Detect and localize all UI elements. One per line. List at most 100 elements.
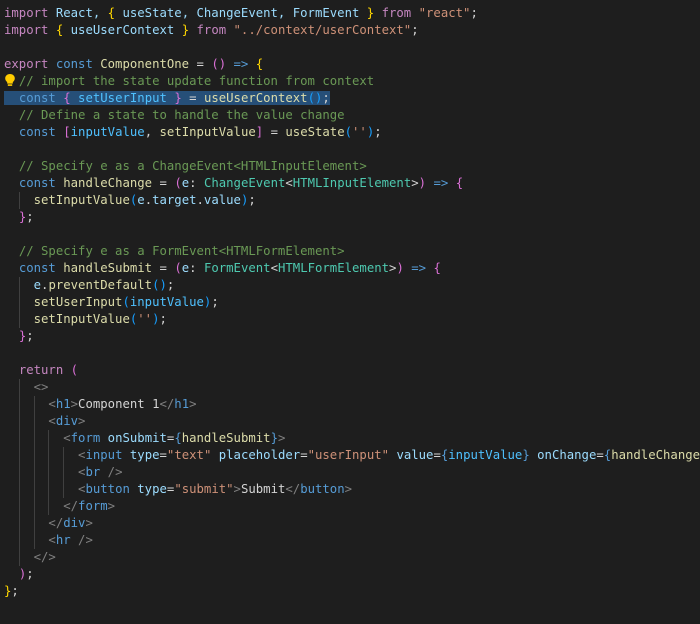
- code-token: (): [152, 278, 167, 292]
- code-token: >: [189, 397, 197, 411]
- code-token: {: [63, 91, 71, 105]
- code-token: hr: [55, 533, 71, 547]
- code-token: HTMLInputElement: [292, 176, 412, 190]
- code-line[interactable]: );: [4, 566, 700, 583]
- code-line[interactable]: <input type="text" placeholder="userInpu…: [4, 447, 700, 464]
- code-token: form: [78, 499, 108, 513]
- code-line[interactable]: const handleChange = (e: ChangeEvent<HTM…: [4, 175, 700, 192]
- code-line[interactable]: // Define a state to handle the value ch…: [4, 107, 700, 124]
- code-line[interactable]: setInputValue(e.target.value);: [4, 192, 700, 209]
- code-token: handleChange: [63, 176, 153, 190]
- code-token: onChange: [537, 448, 597, 462]
- code-line[interactable]: <button type="submit">Submit</button>: [4, 481, 700, 498]
- code-token: :: [189, 176, 204, 190]
- code-token: const: [48, 57, 101, 71]
- code-token: return: [18, 363, 64, 377]
- code-line[interactable]: <>: [4, 379, 700, 396]
- code-line[interactable]: <div>: [4, 413, 700, 430]
- code-token: (: [70, 363, 79, 377]
- code-line[interactable]: };: [4, 209, 700, 226]
- code-token: '': [352, 125, 367, 139]
- code-token: value: [203, 193, 241, 207]
- code-token: ): [418, 176, 427, 190]
- code-token: form: [70, 431, 101, 445]
- code-token: "react": [418, 6, 471, 20]
- indent-guide: [63, 464, 65, 481]
- code-token: =: [152, 176, 175, 190]
- code-token: ;: [374, 125, 382, 139]
- code-line[interactable]: </div>: [4, 515, 700, 532]
- code-line[interactable]: </>: [4, 549, 700, 566]
- code-line[interactable]: };: [4, 583, 700, 600]
- code-token: const: [18, 91, 56, 105]
- code-token: </>: [33, 550, 56, 564]
- code-token: [: [63, 125, 71, 139]
- code-line[interactable]: </form>: [4, 498, 700, 515]
- code-token: ;: [322, 91, 330, 105]
- indent-guide: [18, 379, 20, 396]
- code-line[interactable]: [4, 345, 700, 362]
- code-line[interactable]: export const ComponentOne = () => {: [4, 56, 700, 73]
- code-editor[interactable]: import React, { useState, ChangeEvent, F…: [0, 0, 700, 624]
- code-token: }: [174, 91, 182, 105]
- code-line[interactable]: return (: [4, 362, 700, 379]
- indent-guide: [33, 396, 35, 413]
- code-line[interactable]: const { setUserInput } = useUserContext(…: [4, 90, 700, 107]
- code-token: useUserContext: [63, 23, 182, 37]
- code-token: ,: [144, 125, 160, 139]
- code-token: ;: [166, 278, 175, 292]
- code-token: FormEvent: [203, 261, 271, 275]
- code-token: target: [152, 193, 197, 207]
- code-token: >: [411, 176, 419, 190]
- code-token: =: [300, 448, 308, 462]
- code-token: from: [189, 23, 234, 37]
- code-token: HTMLFormElement: [277, 261, 390, 275]
- code-token: >: [70, 397, 79, 411]
- indent-guide: [18, 515, 20, 532]
- indent-guide: [48, 447, 50, 464]
- code-token: e: [181, 176, 190, 190]
- indent-guide: [33, 447, 35, 464]
- code-token: "submit": [174, 482, 234, 496]
- code-token: (: [174, 261, 182, 275]
- code-token: ): [396, 261, 404, 275]
- code-line[interactable]: <br />: [4, 464, 700, 481]
- code-line[interactable]: [4, 39, 700, 56]
- code-line[interactable]: };: [4, 328, 700, 345]
- code-line[interactable]: // Specify e as a ChangeEvent<HTMLInputE…: [4, 158, 700, 175]
- indent-guide: [33, 430, 35, 447]
- code-line[interactable]: setInputValue('');: [4, 311, 700, 328]
- code-token: =: [159, 448, 167, 462]
- code-token: <>: [33, 380, 49, 394]
- indent-guide: [33, 481, 35, 498]
- code-line[interactable]: const handleSubmit = (e: FormEvent<HTMLF…: [4, 260, 700, 277]
- code-line[interactable]: <h1>Component 1</h1>: [4, 396, 700, 413]
- code-token: </: [159, 397, 175, 411]
- code-line[interactable]: <form onSubmit={handleSubmit}>: [4, 430, 700, 447]
- indent-guide: [18, 396, 20, 413]
- code-line[interactable]: const [inputValue, setInputValue] = useS…: [4, 124, 700, 141]
- code-line[interactable]: <hr />: [4, 532, 700, 549]
- code-line[interactable]: e.preventDefault();: [4, 277, 700, 294]
- code-token: inputValue: [448, 448, 523, 462]
- code-line[interactable]: // import the state update function from…: [4, 73, 700, 90]
- code-line[interactable]: // Specify e as a FormEvent<HTMLFormElem…: [4, 243, 700, 260]
- code-token: input: [85, 448, 123, 462]
- code-token: ;: [26, 329, 34, 343]
- code-line[interactable]: import React, { useState, ChangeEvent, F…: [4, 5, 700, 22]
- code-line[interactable]: import { useUserContext } from "../conte…: [4, 22, 700, 39]
- code-line[interactable]: [4, 141, 700, 158]
- code-line[interactable]: setUserInput(inputValue);: [4, 294, 700, 311]
- indent-guide: [48, 464, 50, 481]
- code-token: <: [48, 397, 56, 411]
- code-token: ;: [211, 295, 219, 309]
- code-comment: // import the state update function from…: [18, 74, 375, 88]
- code-line[interactable]: [4, 226, 700, 243]
- code-area[interactable]: import React, { useState, ChangeEvent, F…: [4, 5, 700, 600]
